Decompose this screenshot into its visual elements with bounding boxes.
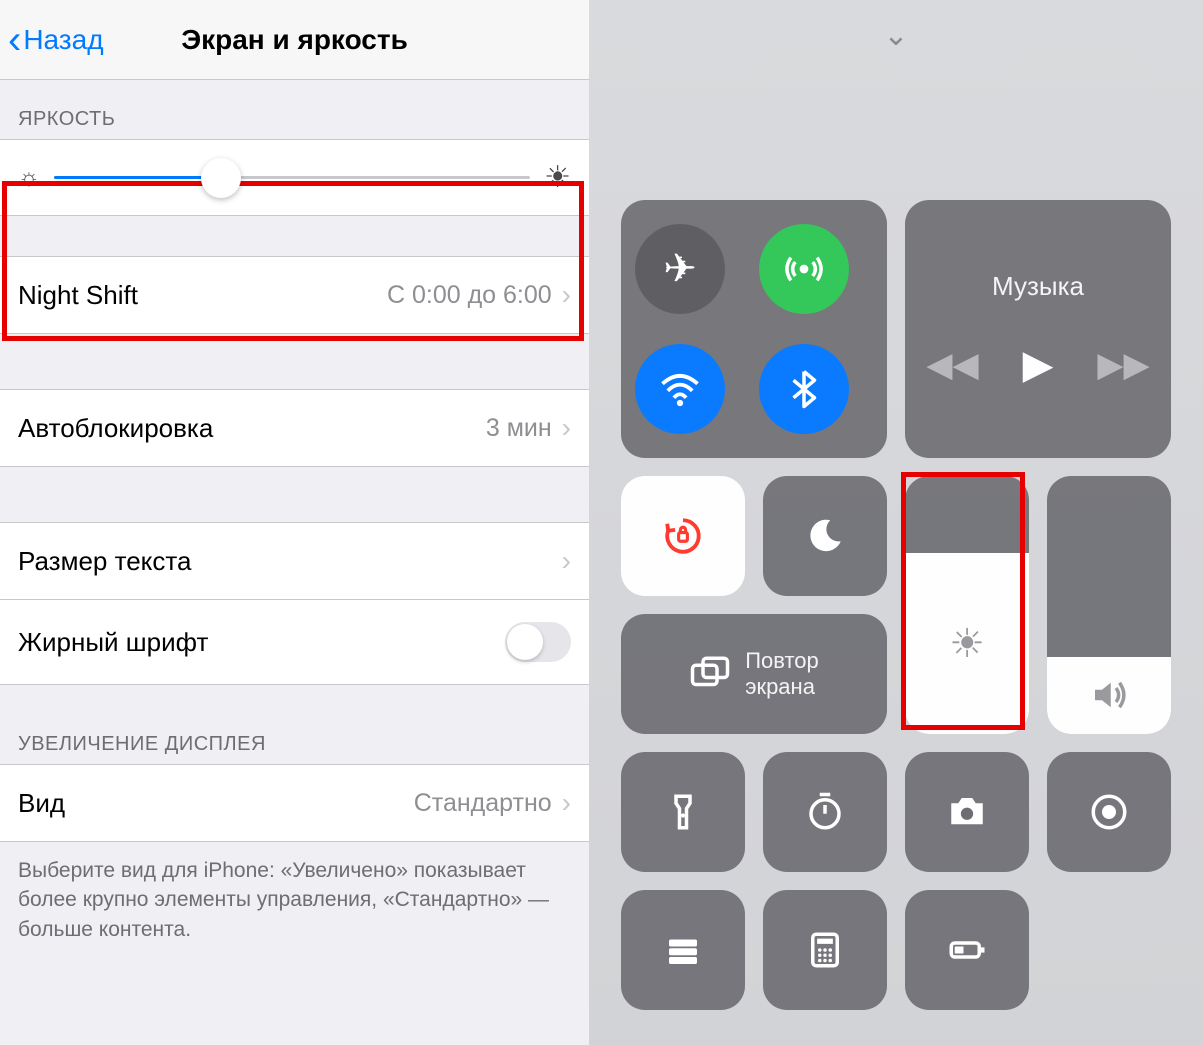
moon-icon bbox=[804, 515, 846, 557]
low-power-mode-button[interactable] bbox=[905, 890, 1029, 1010]
previous-track-button[interactable]: ◀◀ bbox=[926, 345, 978, 385]
row-value: 3 мин bbox=[486, 414, 552, 443]
slider-thumb[interactable] bbox=[201, 158, 241, 198]
volume-vertical-slider[interactable] bbox=[1047, 476, 1171, 734]
music-controls: ◀◀ ▶ ▶▶ bbox=[926, 342, 1149, 388]
chevron-right-icon: › bbox=[562, 279, 571, 311]
screen-mirroring-button[interactable]: Повтор экрана bbox=[621, 614, 887, 734]
battery-icon bbox=[946, 929, 988, 971]
volume-icon bbox=[1088, 674, 1130, 716]
chevron-down-icon[interactable]: ⌄ bbox=[883, 18, 908, 53]
row-view[interactable]: Вид Стандартно › bbox=[0, 764, 589, 842]
row-label: Night Shift bbox=[18, 280, 138, 311]
wifi-icon bbox=[659, 368, 701, 410]
timer-button[interactable] bbox=[763, 752, 887, 872]
airplane-mode-toggle[interactable]: ✈ bbox=[635, 224, 725, 314]
back-button[interactable]: ‹ Назад bbox=[0, 20, 104, 60]
section-header-brightness: ЯРКОСТЬ bbox=[0, 80, 589, 139]
chevron-right-icon: › bbox=[562, 545, 571, 577]
screen-mirroring-label-2: экрана bbox=[745, 674, 819, 700]
camera-button[interactable] bbox=[905, 752, 1029, 872]
next-track-button[interactable]: ▶▶ bbox=[1097, 345, 1149, 385]
back-label: Назад bbox=[23, 24, 103, 56]
brightness-highlight-wrap: ☀ bbox=[905, 476, 1029, 734]
cellular-data-toggle[interactable] bbox=[759, 224, 849, 314]
timer-icon bbox=[804, 791, 846, 833]
lock-rotation-icon bbox=[662, 515, 704, 557]
chevron-right-icon: › bbox=[562, 787, 571, 819]
row-label: Автоблокировка bbox=[18, 413, 213, 444]
play-button[interactable]: ▶ bbox=[1023, 342, 1054, 388]
screen-mirroring-icon bbox=[689, 653, 731, 695]
flashlight-button[interactable] bbox=[621, 752, 745, 872]
section-header-display-zoom: УВЕЛИЧЕНИЕ ДИСПЛЕЯ bbox=[0, 685, 589, 764]
row-label: Размер текста bbox=[18, 546, 191, 577]
brightness-slider[interactable] bbox=[54, 176, 530, 179]
bluetooth-icon bbox=[783, 368, 825, 410]
wallet-icon bbox=[662, 929, 704, 971]
control-center: ⌄ ✈ Музыка ◀◀ ▶ ▶▶ bbox=[589, 0, 1203, 1045]
bold-text-toggle[interactable] bbox=[505, 622, 571, 662]
orientation-lock-toggle[interactable] bbox=[621, 476, 745, 596]
chevron-right-icon: › bbox=[562, 412, 571, 444]
brightness-low-icon: ☼ bbox=[18, 164, 40, 192]
brightness-slider-row: ☼ ☀ bbox=[0, 139, 589, 216]
navbar: ‹ Назад Экран и яркость bbox=[0, 0, 589, 80]
row-value: С 0:00 до 6:00 bbox=[387, 281, 552, 310]
brightness-icon: ☀ bbox=[949, 621, 985, 667]
wifi-toggle[interactable] bbox=[635, 344, 725, 434]
do-not-disturb-toggle[interactable] bbox=[763, 476, 887, 596]
camera-icon bbox=[946, 791, 988, 833]
row-night-shift[interactable]: Night Shift С 0:00 до 6:00 › bbox=[0, 256, 589, 334]
music-widget[interactable]: Музыка ◀◀ ▶ ▶▶ bbox=[905, 200, 1171, 458]
row-label: Вид bbox=[18, 788, 65, 819]
connectivity-group: ✈ bbox=[621, 200, 887, 458]
row-bold-text: Жирный шрифт bbox=[0, 600, 589, 685]
airplane-icon: ✈ bbox=[663, 246, 697, 292]
calculator-icon bbox=[804, 929, 846, 971]
empty-slot bbox=[1047, 890, 1171, 1010]
wallet-button[interactable] bbox=[621, 890, 745, 1010]
settings-screen: ‹ Назад Экран и яркость ЯРКОСТЬ ☼ ☀ Nigh… bbox=[0, 0, 589, 1045]
calculator-button[interactable] bbox=[763, 890, 887, 1010]
music-label: Музыка bbox=[992, 271, 1084, 302]
record-icon bbox=[1088, 791, 1130, 833]
row-value: Стандартно bbox=[414, 789, 552, 818]
brightness-high-icon: ☀ bbox=[544, 160, 571, 195]
row-auto-lock[interactable]: Автоблокировка 3 мин › bbox=[0, 389, 589, 467]
screen-record-button[interactable] bbox=[1047, 752, 1171, 872]
brightness-vertical-slider[interactable]: ☀ bbox=[905, 476, 1029, 734]
footer-text: Выберите вид для iPhone: «Увеличено» пок… bbox=[0, 842, 589, 958]
screen-mirroring-label-1: Повтор bbox=[745, 648, 819, 674]
row-text-size[interactable]: Размер текста › bbox=[0, 522, 589, 600]
flashlight-icon bbox=[662, 791, 704, 833]
slider-fill bbox=[54, 176, 221, 179]
page-title: Экран и яркость bbox=[181, 24, 408, 56]
bluetooth-toggle[interactable] bbox=[759, 344, 849, 434]
cellular-icon bbox=[783, 248, 825, 290]
chevron-left-icon: ‹ bbox=[8, 20, 21, 60]
row-label: Жирный шрифт bbox=[18, 627, 208, 658]
